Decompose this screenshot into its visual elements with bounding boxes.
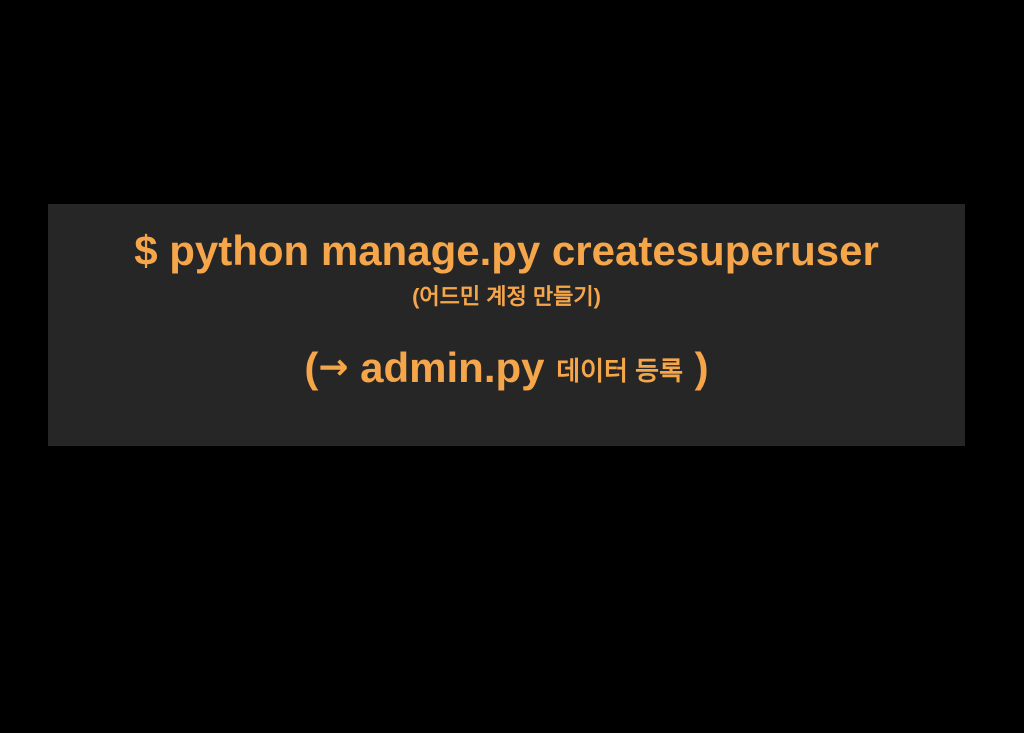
slide: $ python manage.py createsuperuser (어드민 … <box>0 0 1024 733</box>
command-line: $ python manage.py createsuperuser <box>48 226 965 276</box>
code-panel: $ python manage.py createsuperuser (어드민 … <box>48 204 965 446</box>
admin-open-paren: ( <box>304 344 319 391</box>
right-arrow-icon: → <box>318 347 349 388</box>
admin-line: (→ admin.py 데이터 등록 ) <box>48 342 965 397</box>
note-line: (어드민 계정 만들기) <box>48 282 965 312</box>
note-text: 어드민 계정 만들기 <box>419 284 594 309</box>
note-close-paren: ) <box>593 284 601 309</box>
admin-close-paren: ) <box>683 344 709 391</box>
admin-note-text: 데이터 등록 <box>556 356 684 386</box>
admin-file-name: admin.py <box>348 344 557 391</box>
command-text: $ python manage.py createsuperuser <box>134 227 879 274</box>
